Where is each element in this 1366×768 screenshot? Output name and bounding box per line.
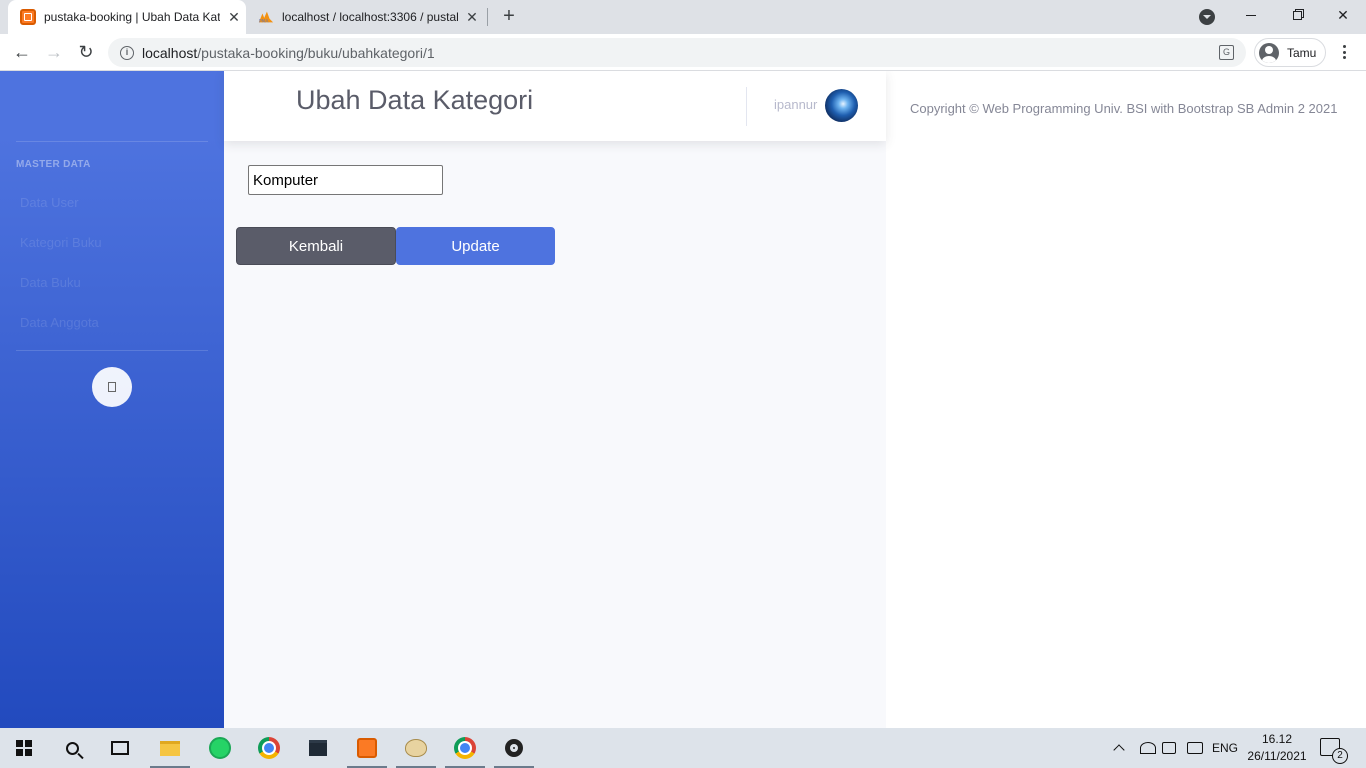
content-wrapper: Ubah Data Kategori ipannur Kembali Updat…	[224, 71, 886, 728]
translate-icon[interactable]: G	[1219, 45, 1234, 60]
restore-button[interactable]	[1274, 0, 1320, 30]
whatsapp-icon[interactable]	[196, 728, 244, 768]
tab-separator	[487, 8, 488, 26]
url-path: /pustaka-booking/buku/ubahkategori/1	[197, 44, 435, 61]
tray-chevron-up-icon[interactable]	[1113, 728, 1131, 768]
search-icon[interactable]	[48, 728, 96, 768]
phpmyadmin-icon: PMA	[258, 9, 274, 25]
notification-count-badge: 2	[1332, 748, 1348, 764]
windows-start-icon[interactable]	[0, 728, 48, 768]
menu-kebab-icon[interactable]	[1336, 42, 1352, 62]
clock-date: 26/11/2021	[1247, 749, 1307, 763]
close-tab-icon[interactable]: ✕	[464, 9, 480, 26]
page-title: Ubah Data Kategori	[296, 85, 534, 115]
task-view-icon[interactable]	[96, 728, 144, 768]
user-name[interactable]: ipannur	[774, 97, 817, 112]
paint-icon[interactable]	[392, 728, 440, 768]
sidebar-divider	[16, 141, 208, 142]
tab-title: localhost / localhost:3306 / pustaka-boo…	[282, 10, 458, 24]
new-tab-button[interactable]: +	[498, 6, 520, 28]
xampp-icon	[20, 9, 36, 25]
sidebar-item-data-buku[interactable]: Data Buku	[20, 275, 81, 290]
tab-phpmyadmin[interactable]: PMA localhost / localhost:3306 / pustaka…	[248, 0, 486, 34]
sidebar-item-data-user[interactable]: Data User	[20, 195, 79, 210]
clock[interactable]: 16.12 26/11/2021	[1246, 731, 1308, 765]
topbar-divider	[746, 87, 747, 126]
page-viewport: MASTER DATA Data User Kategori Buku Data…	[0, 71, 1366, 728]
avatar[interactable]	[825, 89, 858, 122]
svg-text:PMA: PMA	[259, 18, 269, 24]
url-host: localhost	[142, 44, 198, 61]
sidebar-divider	[16, 350, 208, 351]
forward-arrow-icon[interactable]: →	[41, 39, 67, 65]
close-tab-icon[interactable]: ✕	[226, 9, 242, 26]
chrome-icon[interactable]	[245, 728, 293, 768]
profile-avatar-icon	[1259, 42, 1279, 63]
back-arrow-icon[interactable]: ←	[9, 39, 35, 65]
site-info-icon[interactable]: i	[120, 45, 134, 60]
store-icon[interactable]	[294, 728, 342, 768]
reload-icon[interactable]: ↻	[73, 39, 99, 65]
file-explorer-icon[interactable]	[146, 728, 194, 768]
toggle-glyph-icon	[108, 382, 116, 392]
kategori-input[interactable]	[248, 165, 443, 195]
volume-icon[interactable]	[1162, 728, 1176, 768]
update-button[interactable]: Update	[396, 227, 555, 265]
sidebar: MASTER DATA Data User Kategori Buku Data…	[0, 71, 224, 728]
network-icon[interactable]	[1140, 728, 1156, 768]
profile-name: Tamu	[1287, 45, 1317, 60]
tab-title: pustaka-booking | Ubah Data Kategori	[44, 10, 220, 24]
sidebar-toggle-button[interactable]	[92, 367, 132, 407]
sidebar-heading: MASTER DATA	[16, 159, 91, 170]
browser-tab-bar: pustaka-booking | Ubah Data Kategori ✕ P…	[0, 0, 1366, 34]
language-indicator[interactable]: ENG	[1212, 728, 1238, 768]
profile-button[interactable]: Tamu	[1254, 38, 1326, 67]
topbar: Ubah Data Kategori ipannur	[224, 71, 886, 141]
sidebar-item-kategori-buku[interactable]: Kategori Buku	[20, 235, 102, 250]
sidebar-item-data-anggota[interactable]: Data Anggota	[20, 315, 99, 330]
clock-time: 16.12	[1261, 732, 1293, 746]
chrome-icon[interactable]	[441, 728, 489, 768]
address-bar[interactable]: i localhost/pustaka-booking/buku/ubahkat…	[108, 38, 1246, 67]
xampp-icon[interactable]	[343, 728, 391, 768]
windows-taskbar: ENG 16.12 26/11/2021 2	[0, 728, 1366, 768]
battery-icon[interactable]	[1187, 728, 1203, 768]
close-window-button[interactable]: ✕	[1320, 0, 1366, 30]
footer-copyright: Copyright © Web Programming Univ. BSI wi…	[910, 101, 1338, 116]
settings-icon[interactable]	[490, 728, 538, 768]
tab-pustaka-booking[interactable]: pustaka-booking | Ubah Data Kategori ✕	[8, 0, 246, 34]
tab-search-icon[interactable]	[1199, 9, 1215, 25]
browser-toolbar: ← → ↻ i localhost/pustaka-booking/buku/u…	[0, 34, 1366, 71]
back-button[interactable]: Kembali	[236, 227, 396, 265]
minimize-button[interactable]	[1228, 0, 1274, 30]
